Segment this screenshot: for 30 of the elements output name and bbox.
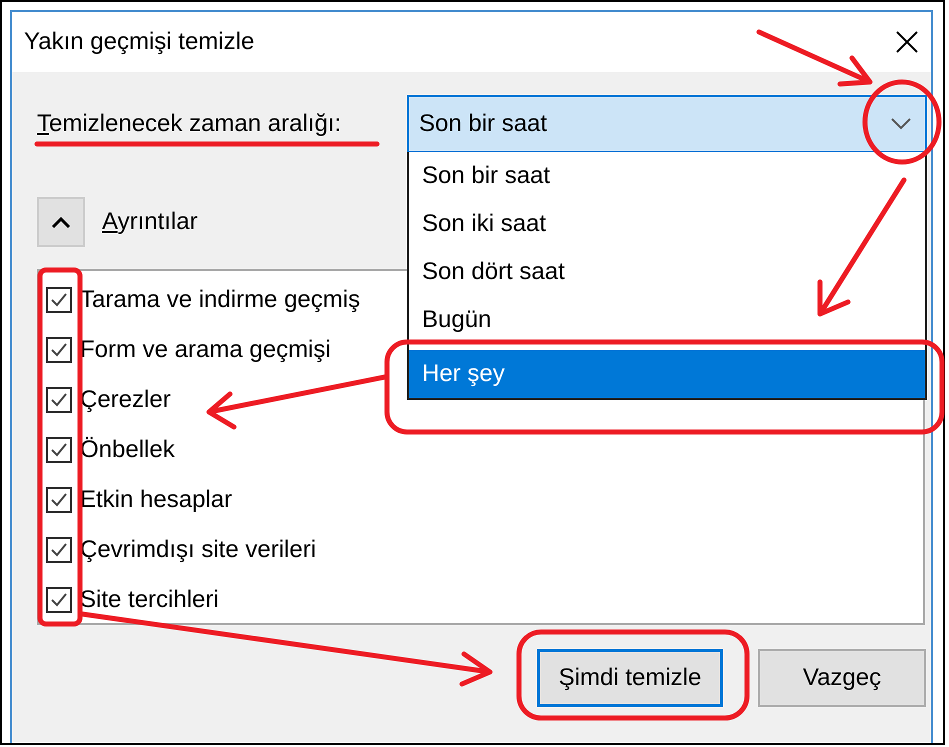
dropdown-option[interactable]: Bugün — [409, 296, 925, 344]
dropdown-option[interactable]: Son iki saat — [409, 200, 925, 248]
clear-now-button[interactable]: Şimdi temizle — [537, 649, 723, 707]
checkbox-label: Tarama ve indirme geçmiş — [80, 286, 360, 314]
checkbox-label: Form ve arama geçmişi — [80, 336, 331, 364]
dropdown-value: Son bir saat — [419, 110, 548, 138]
checkbox[interactable] — [46, 537, 72, 563]
dropdown-option[interactable]: Son bir saat — [409, 152, 925, 200]
dropdown-option[interactable]: Son dört saat — [409, 248, 925, 296]
cancel-button[interactable]: Vazgeç — [758, 649, 926, 707]
close-icon[interactable] — [895, 30, 919, 54]
checkbox-label: Etkin hesaplar — [80, 486, 232, 514]
dropdown-option[interactable]: Her şey — [409, 350, 925, 398]
checkbox-label: Site tercihleri — [80, 586, 219, 614]
checkbox[interactable] — [46, 287, 72, 313]
chevron-down-icon[interactable] — [891, 118, 911, 130]
checkbox[interactable] — [46, 487, 72, 513]
chevron-up-icon — [51, 216, 71, 228]
checkbox-label: Çevrimdışı site verileri — [80, 536, 316, 564]
checkbox-label: Çerezler — [80, 386, 171, 414]
checkbox[interactable] — [46, 337, 72, 363]
checkbox[interactable] — [46, 437, 72, 463]
time-range-dropdown[interactable]: Son bir saat — [407, 95, 927, 153]
details-toggle-button[interactable] — [37, 197, 85, 247]
checkbox[interactable] — [46, 587, 72, 613]
details-label[interactable]: Ayrıntılar — [102, 208, 198, 236]
time-range-label: Temizlenecek zaman aralığı: — [37, 110, 342, 138]
window-title: Yakın geçmişi temizle — [24, 28, 254, 56]
checkbox[interactable] — [46, 387, 72, 413]
checkbox-label: Önbellek — [80, 436, 175, 464]
